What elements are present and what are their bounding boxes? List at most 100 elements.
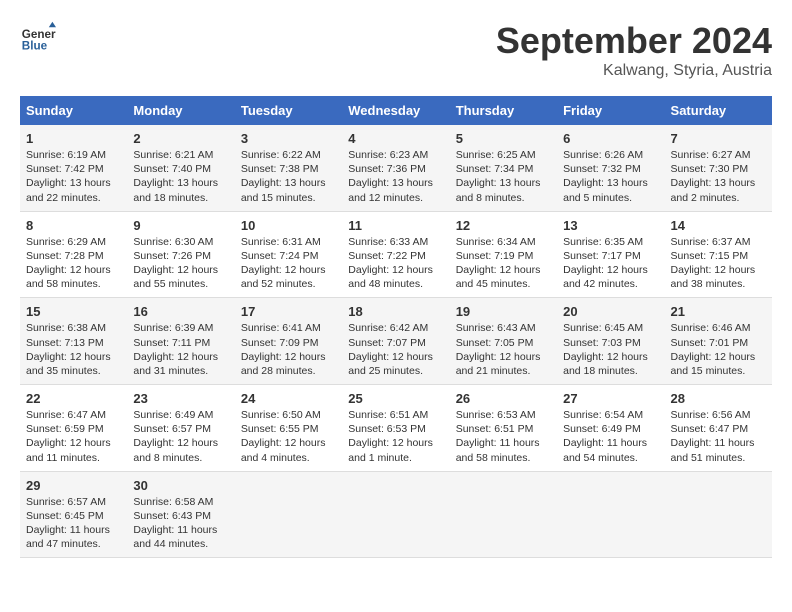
weekday-header: Wednesday [342,96,449,125]
day-number: 14 [671,218,766,233]
weekday-header-row: SundayMondayTuesdayWednesdayThursdayFrid… [20,96,772,125]
calendar-cell: 17 Sunrise: 6:41 AM Sunset: 7:09 PM Dayli… [235,298,342,385]
calendar-cell [665,471,772,558]
cell-info: Sunrise: 6:49 AM Sunset: 6:57 PM Dayligh… [133,408,228,465]
calendar-cell: 19 Sunrise: 6:43 AM Sunset: 7:05 PM Dayli… [450,298,557,385]
day-number: 12 [456,218,551,233]
cell-info: Sunrise: 6:30 AM Sunset: 7:26 PM Dayligh… [133,235,228,292]
day-number: 22 [26,391,121,406]
day-number: 1 [26,131,121,146]
day-number: 10 [241,218,336,233]
calendar-cell: 5 Sunrise: 6:25 AM Sunset: 7:34 PM Daylig… [450,125,557,211]
cell-info: Sunrise: 6:25 AM Sunset: 7:34 PM Dayligh… [456,148,551,205]
cell-info: Sunrise: 6:42 AM Sunset: 7:07 PM Dayligh… [348,321,443,378]
day-number: 29 [26,478,121,493]
calendar-week-row: 22Sunrise: 6:47 AM Sunset: 6:59 PM Dayli… [20,385,772,472]
calendar-week-row: 15Sunrise: 6:38 AM Sunset: 7:13 PM Dayli… [20,298,772,385]
calendar-cell: 1 Sunrise: 6:19 AM Sunset: 7:42 PM Daylig… [20,125,127,211]
calendar-cell: 12 Sunrise: 6:34 AM Sunset: 7:19 PM Dayli… [450,211,557,298]
cell-info: Sunrise: 6:46 AM Sunset: 7:01 PM Dayligh… [671,321,766,378]
cell-info: Sunrise: 6:31 AM Sunset: 7:24 PM Dayligh… [241,235,336,292]
cell-info: Sunrise: 6:26 AM Sunset: 7:32 PM Dayligh… [563,148,658,205]
cell-info: Sunrise: 6:39 AM Sunset: 7:11 PM Dayligh… [133,321,228,378]
calendar-cell [235,471,342,558]
day-number: 28 [671,391,766,406]
cell-info: Sunrise: 6:35 AM Sunset: 7:17 PM Dayligh… [563,235,658,292]
cell-info: Sunrise: 6:56 AM Sunset: 6:47 PM Dayligh… [671,408,766,465]
calendar-cell: 13 Sunrise: 6:35 AM Sunset: 7:17 PM Dayli… [557,211,664,298]
cell-info: Sunrise: 6:33 AM Sunset: 7:22 PM Dayligh… [348,235,443,292]
svg-text:Blue: Blue [22,40,48,53]
calendar-cell [450,471,557,558]
calendar-cell: 2 Sunrise: 6:21 AM Sunset: 7:40 PM Daylig… [127,125,234,211]
calendar-cell [557,471,664,558]
day-number: 20 [563,304,658,319]
calendar-table: SundayMondayTuesdayWednesdayThursdayFrid… [20,96,772,558]
cell-info: Sunrise: 6:21 AM Sunset: 7:40 PM Dayligh… [133,148,228,205]
calendar-week-row: 8 Sunrise: 6:29 AM Sunset: 7:28 PM Daylig… [20,211,772,298]
day-number: 9 [133,218,228,233]
calendar-week-row: 1 Sunrise: 6:19 AM Sunset: 7:42 PM Daylig… [20,125,772,211]
calendar-cell: 3 Sunrise: 6:22 AM Sunset: 7:38 PM Daylig… [235,125,342,211]
calendar-cell: 16 Sunrise: 6:39 AM Sunset: 7:11 PM Dayli… [127,298,234,385]
day-number: 24 [241,391,336,406]
cell-info: Sunrise: 6:38 AM Sunset: 7:13 PM Dayligh… [26,321,121,378]
cell-info: Sunrise: 6:53 AM Sunset: 6:51 PM Dayligh… [456,408,551,465]
weekday-header: Saturday [665,96,772,125]
calendar-cell: 18 Sunrise: 6:42 AM Sunset: 7:07 PM Dayli… [342,298,449,385]
weekday-header: Friday [557,96,664,125]
logo-icon: General Blue [20,20,56,56]
day-number: 19 [456,304,551,319]
day-number: 17 [241,304,336,319]
calendar-cell [342,471,449,558]
calendar-cell: 23Sunrise: 6:49 AM Sunset: 6:57 PM Dayli… [127,385,234,472]
cell-info: Sunrise: 6:22 AM Sunset: 7:38 PM Dayligh… [241,148,336,205]
day-number: 27 [563,391,658,406]
weekday-header: Sunday [20,96,127,125]
calendar-cell: 15Sunrise: 6:38 AM Sunset: 7:13 PM Dayli… [20,298,127,385]
calendar-cell: 25 Sunrise: 6:51 AM Sunset: 6:53 PM Dayli… [342,385,449,472]
logo: General Blue [20,20,56,56]
cell-info: Sunrise: 6:37 AM Sunset: 7:15 PM Dayligh… [671,235,766,292]
calendar-cell: 9 Sunrise: 6:30 AM Sunset: 7:26 PM Daylig… [127,211,234,298]
cell-info: Sunrise: 6:41 AM Sunset: 7:09 PM Dayligh… [241,321,336,378]
calendar-cell: 20 Sunrise: 6:45 AM Sunset: 7:03 PM Dayli… [557,298,664,385]
cell-info: Sunrise: 6:43 AM Sunset: 7:05 PM Dayligh… [456,321,551,378]
calendar-cell: 11 Sunrise: 6:33 AM Sunset: 7:22 PM Dayli… [342,211,449,298]
day-number: 13 [563,218,658,233]
day-number: 30 [133,478,228,493]
day-number: 18 [348,304,443,319]
day-number: 25 [348,391,443,406]
page-header: General Blue September 2024 Kalwang, Sty… [20,20,772,80]
day-number: 16 [133,304,228,319]
day-number: 7 [671,131,766,146]
cell-info: Sunrise: 6:34 AM Sunset: 7:19 PM Dayligh… [456,235,551,292]
calendar-cell: 22Sunrise: 6:47 AM Sunset: 6:59 PM Dayli… [20,385,127,472]
day-number: 5 [456,131,551,146]
day-number: 26 [456,391,551,406]
calendar-cell: 21 Sunrise: 6:46 AM Sunset: 7:01 PM Dayli… [665,298,772,385]
day-number: 8 [26,218,121,233]
cell-info: Sunrise: 6:23 AM Sunset: 7:36 PM Dayligh… [348,148,443,205]
calendar-cell: 28 Sunrise: 6:56 AM Sunset: 6:47 PM Dayli… [665,385,772,472]
day-number: 3 [241,131,336,146]
cell-info: Sunrise: 6:51 AM Sunset: 6:53 PM Dayligh… [348,408,443,465]
calendar-cell: 4 Sunrise: 6:23 AM Sunset: 7:36 PM Daylig… [342,125,449,211]
cell-info: Sunrise: 6:29 AM Sunset: 7:28 PM Dayligh… [26,235,121,292]
title-block: September 2024 Kalwang, Styria, Austria [496,20,772,80]
cell-info: Sunrise: 6:50 AM Sunset: 6:55 PM Dayligh… [241,408,336,465]
calendar-cell: 8 Sunrise: 6:29 AM Sunset: 7:28 PM Daylig… [20,211,127,298]
day-number: 21 [671,304,766,319]
day-number: 6 [563,131,658,146]
weekday-header: Monday [127,96,234,125]
day-number: 2 [133,131,228,146]
cell-info: Sunrise: 6:19 AM Sunset: 7:42 PM Dayligh… [26,148,121,205]
calendar-cell: 14 Sunrise: 6:37 AM Sunset: 7:15 PM Dayli… [665,211,772,298]
calendar-cell: 27Sunrise: 6:54 AM Sunset: 6:49 PM Dayli… [557,385,664,472]
weekday-header: Tuesday [235,96,342,125]
day-number: 11 [348,218,443,233]
cell-info: Sunrise: 6:58 AM Sunset: 6:43 PM Dayligh… [133,495,228,552]
day-number: 4 [348,131,443,146]
cell-info: Sunrise: 6:45 AM Sunset: 7:03 PM Dayligh… [563,321,658,378]
calendar-cell: 26 Sunrise: 6:53 AM Sunset: 6:51 PM Dayli… [450,385,557,472]
